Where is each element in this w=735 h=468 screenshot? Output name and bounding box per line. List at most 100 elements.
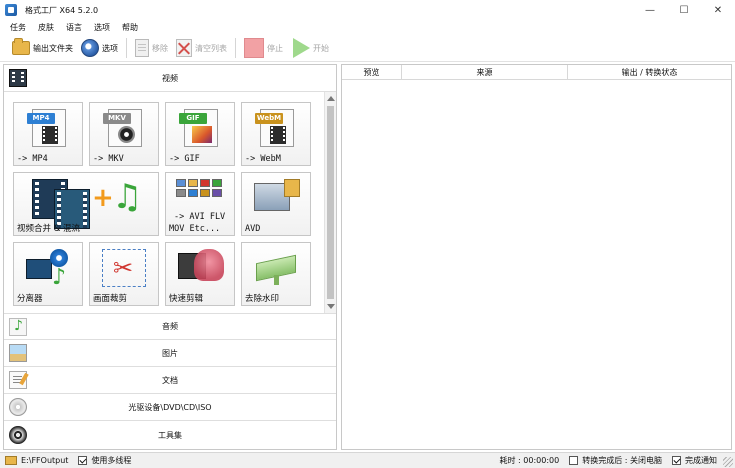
music-note-icon: ♫ — [112, 177, 143, 217]
tile-to-mkv[interactable]: MKV -> MKV — [89, 102, 159, 166]
tile-other-label: AVD — [245, 224, 261, 234]
tile-crop[interactable]: ✂ 画面裁剪 — [89, 242, 159, 306]
output-folder-label: 输出文件夹 — [33, 43, 73, 53]
tile-to-webm-label: -> WebM — [245, 154, 281, 164]
multithread-checkbox[interactable] — [78, 456, 88, 465]
tile-to-gif[interactable]: GIF -> GIF — [165, 102, 235, 166]
tile-other-video[interactable]: AVD — [241, 172, 311, 236]
scroll-down-icon[interactable] — [327, 304, 335, 309]
tile-avi-label-line2: MOV Etc... — [169, 224, 221, 234]
video-tool-grid: MP4 -> MP4 MKV -> MKV GIF -> GIF WebM ->… — [4, 92, 336, 313]
reel-icon — [118, 126, 135, 143]
format-thumbnails-icon — [174, 177, 230, 211]
category-disc-label: 光驱设备\DVD\CD\ISO — [128, 402, 212, 412]
menu-task[interactable]: 任务 — [0, 22, 32, 33]
clear-list-button[interactable]: 清空列表 — [172, 36, 231, 60]
status-bar: E:\FFOutput 使用多线程 耗时 : 00:00:00 转换完成后 : … — [0, 452, 735, 468]
scroll-up-icon[interactable] — [327, 96, 335, 101]
column-output-status[interactable]: 输出 / 转换状态 — [568, 65, 731, 79]
menu-language[interactable]: 语言 — [60, 22, 88, 33]
menu-skin[interactable]: 皮肤 — [32, 22, 60, 33]
document-category-icon — [9, 371, 27, 389]
tile-video-merge[interactable]: + ♫ 视频合并 & 混流 — [13, 172, 159, 236]
scissors-icon: ✂ — [102, 249, 146, 287]
status-right-group: 耗时 : 00:00:00 转换完成后 : 关闭电脑 完成通知 — [500, 455, 717, 466]
webm-icon: WebM — [255, 109, 294, 147]
scroll-thumb[interactable] — [327, 106, 334, 299]
category-audio-header[interactable]: 音频 — [4, 313, 336, 340]
task-list-panel: 预览 来源 输出 / 转换状态 — [341, 64, 732, 450]
mkv-badge: MKV — [103, 113, 131, 124]
minimize-button[interactable]: — — [633, 0, 667, 20]
category-document-header[interactable]: 文档 — [4, 367, 336, 394]
mkv-icon: MKV — [103, 109, 142, 147]
quick-clip-icon — [176, 247, 228, 291]
column-preview[interactable]: 预览 — [342, 65, 402, 79]
multithread-label: 使用多线程 — [91, 456, 132, 465]
start-icon — [293, 38, 310, 58]
resize-grip-icon[interactable] — [723, 457, 733, 467]
category-toolbox-header[interactable]: 工具集 — [4, 422, 336, 449]
remove-icon — [135, 39, 149, 57]
options-label: 选项 — [102, 43, 118, 53]
start-label: 开始 — [313, 43, 329, 53]
tile-remove-watermark[interactable]: 去除水印 — [241, 242, 311, 306]
task-table-header: 预览 来源 输出 / 转换状态 — [342, 65, 731, 80]
splitter-icon: ♪ — [24, 247, 76, 291]
tile-remove-watermark-label: 去除水印 — [245, 294, 280, 304]
stop-button[interactable]: 停止 — [240, 36, 287, 60]
options-button[interactable]: 选项 — [77, 36, 122, 60]
tile-crop-label: 画面裁剪 — [93, 294, 128, 304]
tile-quick-clip[interactable]: 快速剪辑 — [165, 242, 235, 306]
column-source[interactable]: 来源 — [402, 65, 568, 79]
category-image-header[interactable]: 图片 — [4, 340, 336, 367]
menu-help[interactable]: 帮助 — [116, 22, 144, 33]
film-icon — [270, 126, 286, 144]
webm-badge: WebM — [255, 113, 283, 124]
remove-label: 移除 — [152, 43, 168, 53]
tile-to-mp4[interactable]: MP4 -> MP4 — [13, 102, 83, 166]
gif-icon: GIF — [179, 109, 218, 147]
tile-to-mp4-label: -> MP4 — [17, 154, 48, 164]
tile-splitter-label: 分离器 — [17, 294, 43, 304]
category-document-label: 文档 — [162, 375, 178, 385]
output-folder-icon — [5, 456, 17, 465]
video-category-icon — [9, 69, 27, 87]
notify-label: 完成通知 — [685, 456, 717, 465]
tile-avi-label-line1: -> AVI FLV — [174, 212, 226, 222]
app-icon — [5, 4, 17, 16]
category-audio-label: 音频 — [162, 322, 178, 331]
clear-list-label: 清空列表 — [195, 43, 227, 53]
toolbar: 输出文件夹 选项 移除 清空列表 停止 开始 — [0, 35, 735, 62]
tile-to-avi-flv-mov[interactable]: -> AVI FLV MOV Etc... — [165, 172, 235, 236]
mp4-icon: MP4 — [27, 109, 66, 147]
grid-scrollbar[interactable] — [324, 92, 336, 313]
menu-options[interactable]: 选项 — [88, 22, 116, 33]
title-bar: 格式工厂 X64 5.2.0 — ☐ ✕ — [0, 0, 735, 20]
screen-icon — [254, 179, 302, 219]
remove-button[interactable]: 移除 — [131, 36, 172, 60]
menu-bar: 任务 皮肤 语言 选项 帮助 — [0, 20, 735, 34]
toolbox-category-icon — [9, 426, 27, 444]
gif-badge: GIF — [179, 113, 207, 124]
tile-video-merge-label: 视频合并 & 混流 — [17, 224, 81, 234]
watermark-icon — [256, 249, 300, 285]
maximize-button[interactable]: ☐ — [667, 0, 701, 20]
output-folder-button[interactable]: 输出文件夹 — [8, 36, 77, 60]
disc-category-icon — [9, 398, 27, 416]
after-convert-label: 转换完成后 : 关闭电脑 — [582, 456, 662, 465]
image-category-icon — [9, 344, 27, 362]
close-button[interactable]: ✕ — [701, 0, 735, 20]
tile-quick-clip-label: 快速剪辑 — [169, 294, 204, 304]
category-disc-header[interactable]: 光驱设备\DVD\CD\ISO — [4, 394, 336, 421]
notify-checkbox[interactable] — [672, 456, 681, 465]
tile-splitter[interactable]: ♪ 分离器 — [13, 242, 83, 306]
after-convert-checkbox[interactable] — [569, 456, 579, 465]
tile-to-webm[interactable]: WebM -> WebM — [241, 102, 311, 166]
stop-icon — [244, 38, 264, 58]
toolbar-separator — [235, 38, 236, 58]
start-button[interactable]: 开始 — [287, 36, 333, 60]
category-video-header[interactable]: 视频 — [4, 65, 336, 92]
output-path[interactable]: E:\FFOutput — [21, 456, 68, 465]
tile-to-gif-label: -> GIF — [169, 154, 200, 164]
